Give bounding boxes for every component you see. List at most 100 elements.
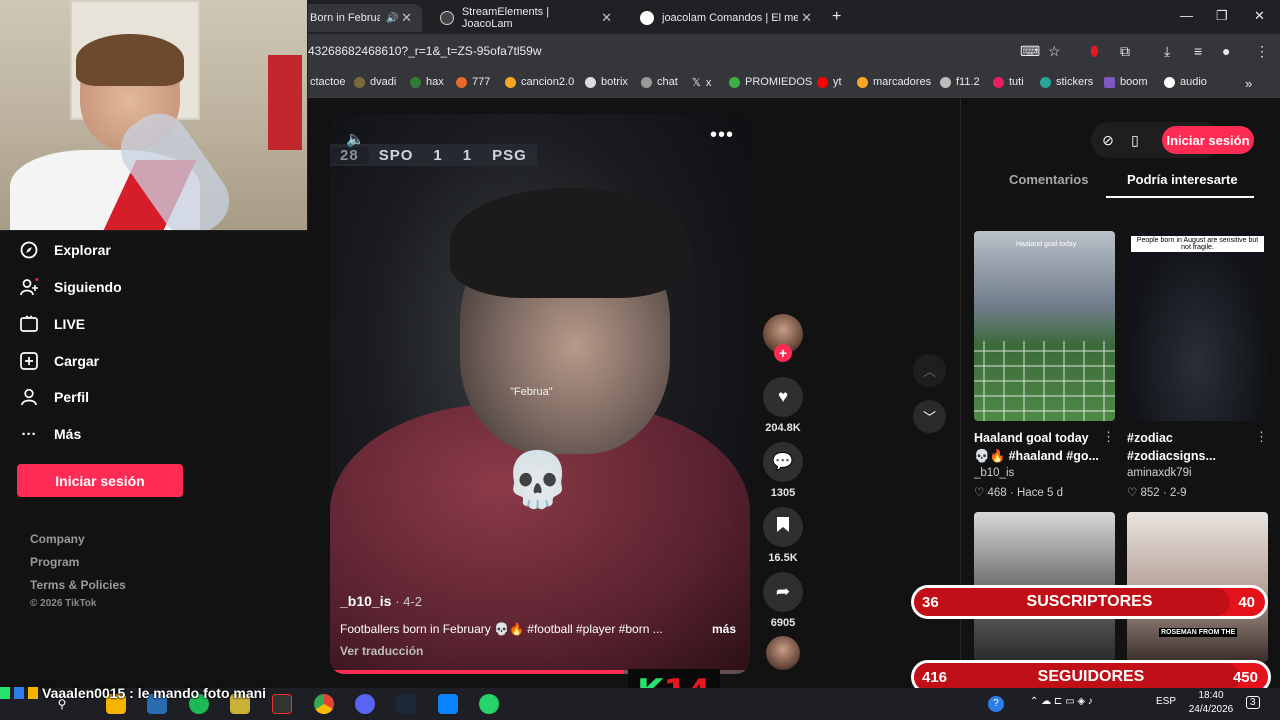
- bookmark-star-icon[interactable]: ☆: [1048, 43, 1061, 60]
- clock[interactable]: 18:40 24/4/2026: [1184, 689, 1238, 717]
- sidebar-item-perfil[interactable]: Perfil: [20, 388, 89, 406]
- bookmark-marcadores[interactable]: marcadores: [857, 76, 931, 88]
- card-author[interactable]: _b10_is: [974, 467, 1014, 479]
- bookmark-hax[interactable]: hax: [410, 76, 444, 88]
- follow-plus-icon[interactable]: +: [774, 344, 792, 362]
- music-avatar[interactable]: [766, 636, 800, 670]
- url-field[interactable]: 43268682468610?_r=1&_t=ZS-95ofa7tl59w: [308, 44, 542, 58]
- media-icon[interactable]: ≡: [1194, 43, 1202, 59]
- subscribers-goal-bar: 36 SUSCRIPTORES 40: [911, 585, 1268, 619]
- minimize-icon[interactable]: —: [1180, 8, 1193, 23]
- profile-avatar-icon[interactable]: ●: [1222, 43, 1230, 59]
- language-indicator[interactable]: ESP: [1156, 696, 1176, 707]
- bookmark-x[interactable]: 𝕏x: [692, 76, 711, 90]
- login-button[interactable]: Iniciar sesión: [17, 464, 183, 497]
- next-video-button[interactable]: ﹀: [913, 400, 946, 433]
- new-tab-icon[interactable]: +: [832, 8, 841, 26]
- share-button[interactable]: ➦: [763, 572, 803, 612]
- footer-link-terms[interactable]: Terms & Policies: [30, 578, 126, 592]
- previous-video-button[interactable]: ︿: [913, 354, 946, 387]
- bookmark-chat[interactable]: chat: [641, 76, 678, 88]
- bookmark-favicon-icon: [505, 76, 516, 88]
- tab-born-in-february[interactable]: Born in Februar 🔊 ✕: [300, 4, 422, 32]
- bookmark-cancion[interactable]: cancion2.0: [505, 76, 574, 88]
- bookmark-favicon-icon: [641, 76, 652, 88]
- bookmarks-overflow-icon[interactable]: »: [1245, 76, 1252, 91]
- extension-red-icon[interactable]: ⬮: [1090, 43, 1099, 60]
- sidebar-item-live[interactable]: LIVE: [20, 315, 85, 333]
- video-description: Footballers born in February 💀🔥 #footbal…: [340, 622, 663, 636]
- sidebar-item-label: Explorar: [54, 242, 111, 258]
- volume-icon[interactable]: 🔈: [346, 130, 365, 148]
- save-button[interactable]: [763, 507, 803, 547]
- description-more-link[interactable]: más: [712, 622, 736, 636]
- card-meta: ♡ 852 · 2-9: [1127, 487, 1187, 499]
- sidebar-item-cargar[interactable]: Cargar: [20, 352, 99, 370]
- bookmark-dvadi[interactable]: dvadi: [354, 76, 396, 88]
- sidebar-item-label: LIVE: [54, 316, 86, 332]
- share-count: 6905: [770, 617, 796, 629]
- extensions-icon[interactable]: ⧉: [1120, 43, 1130, 60]
- close-icon[interactable]: ✕: [801, 10, 812, 26]
- login-button[interactable]: Iniciar sesión: [1162, 126, 1254, 154]
- tray-icons[interactable]: ⌃ ☁ ⊏ ▭ ◈ ♪: [1030, 696, 1093, 707]
- card-menu-icon[interactable]: ⋮: [1255, 429, 1268, 445]
- compass-icon[interactable]: ⊘: [1098, 130, 1118, 150]
- tab-comentarios[interactable]: Comentarios: [1009, 172, 1088, 187]
- tab-joacolam-comandos[interactable]: joacolam Comandos | El mejor ✕: [630, 4, 822, 32]
- heart-outline-icon: ♡: [1127, 487, 1138, 499]
- bookmark-boom[interactable]: boom: [1104, 76, 1148, 88]
- translate-icon[interactable]: ⌨: [1020, 43, 1040, 60]
- window-close-icon[interactable]: ✕: [1254, 8, 1265, 24]
- sidebar-item-mas[interactable]: ··· Más: [20, 425, 82, 443]
- chat-message: Vaaalen0015 : le mando foto mani: [42, 685, 267, 701]
- bookmark-777[interactable]: 777: [456, 76, 490, 88]
- card-author[interactable]: aminaxdk79i: [1127, 467, 1192, 479]
- card-menu-icon[interactable]: ⋮: [1102, 429, 1115, 445]
- sidebar-item-siguiendo[interactable]: Siguiendo: [20, 278, 122, 296]
- notification-badge[interactable]: 3: [1246, 696, 1260, 709]
- maximize-icon[interactable]: ❐: [1216, 8, 1228, 24]
- sidebar-item-explorar[interactable]: Explorar: [20, 241, 111, 259]
- tab-podria-interesarte[interactable]: Podría interesarte: [1127, 172, 1238, 187]
- close-icon[interactable]: ✕: [601, 10, 612, 26]
- download-icon[interactable]: ⤓: [1164, 43, 1170, 60]
- skull-sticker-icon: 💀: [504, 450, 572, 510]
- bookmark-promiedos[interactable]: PROMIEDOS: [729, 76, 812, 88]
- footer-link-company[interactable]: Company: [30, 532, 85, 546]
- footer-link-program[interactable]: Program: [30, 555, 79, 569]
- thumbnail-overlay-text: People born in August are sensitive but …: [1131, 236, 1264, 252]
- bookmark-tuti[interactable]: tuti: [993, 76, 1024, 88]
- bookmark-audio[interactable]: audio: [1164, 76, 1207, 88]
- tab-streamelements[interactable]: StreamElements | JoacoLam ✕: [430, 4, 622, 32]
- like-button[interactable]: ♥: [763, 377, 803, 417]
- phone-icon[interactable]: ▯: [1125, 130, 1145, 150]
- obs-icon[interactable]: [272, 694, 292, 714]
- menu-kebab-icon[interactable]: ⋮: [1255, 43, 1269, 60]
- video-author[interactable]: _b10_is · 4-2: [340, 593, 422, 609]
- discord-icon[interactable]: [355, 694, 375, 714]
- bookmark-botrix[interactable]: botrix: [585, 76, 628, 88]
- video-options-icon[interactable]: •••: [710, 124, 734, 147]
- bookmark-stickers[interactable]: stickers: [1040, 76, 1093, 88]
- close-icon[interactable]: ✕: [401, 10, 412, 26]
- profile-icon: [20, 388, 38, 406]
- bookmark-yt[interactable]: yt: [817, 76, 842, 88]
- help-icon[interactable]: ?: [988, 696, 1004, 712]
- whatsapp-icon[interactable]: [479, 694, 499, 714]
- chevron-up-icon: ︿: [922, 364, 936, 379]
- store-icon[interactable]: [438, 694, 458, 714]
- video-progress-fill: [330, 670, 624, 674]
- webcam-hair: [76, 34, 184, 86]
- like-count: 204.8K: [765, 422, 801, 434]
- comment-button[interactable]: 💬: [763, 442, 803, 482]
- subscribers-goal: 40: [1238, 593, 1255, 611]
- bookmark-f11[interactable]: f11.2: [940, 76, 980, 88]
- translate-link[interactable]: Ver traducción: [340, 644, 423, 658]
- steam-icon[interactable]: [396, 694, 416, 714]
- chat-overlay: Vaaalen0015 : le mando foto mani: [0, 682, 266, 704]
- chrome-icon[interactable]: [314, 694, 334, 714]
- video-player[interactable]: 28 SPO 1 1 PSG "Februa" 💀 🔈 ••• _b10_is …: [330, 114, 750, 674]
- audio-icon[interactable]: 🔊: [386, 13, 398, 24]
- bookmark-ctactoe[interactable]: ctactoe: [310, 76, 345, 88]
